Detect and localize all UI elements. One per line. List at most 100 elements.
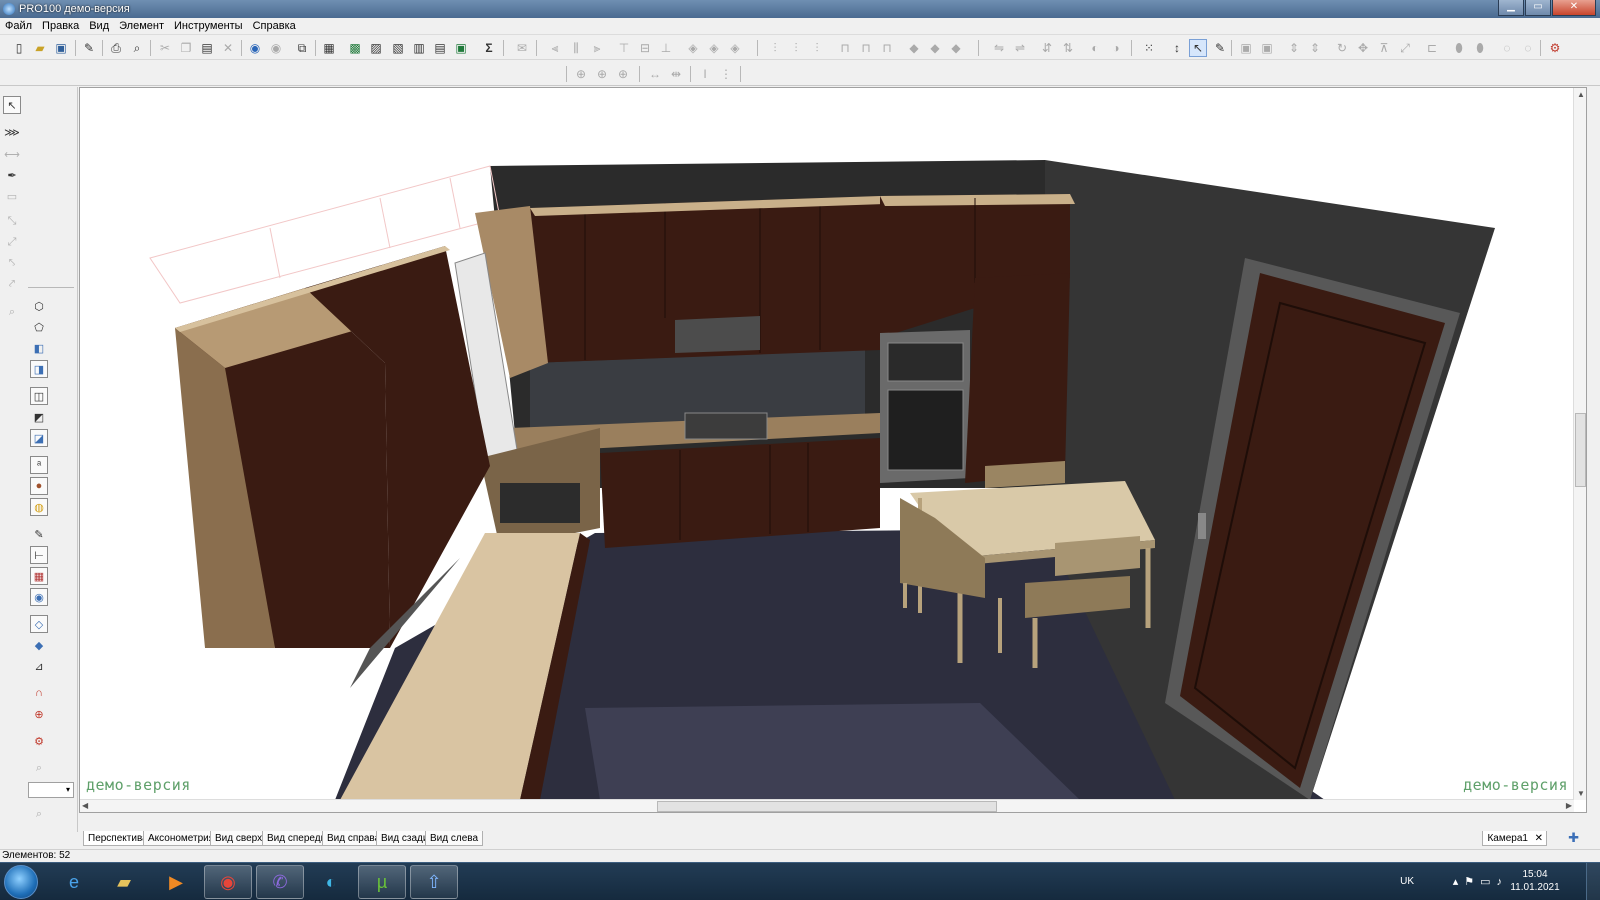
center-1-icon[interactable]: ⊕ xyxy=(572,65,590,83)
eye-icon[interactable]: ◉ xyxy=(30,588,48,606)
tab-left-view[interactable]: Вид слева xyxy=(425,831,484,846)
mirror-4-icon[interactable]: ⇅ xyxy=(1059,39,1077,57)
snap-4-icon[interactable]: ⊓ xyxy=(836,39,854,57)
tool-6-icon[interactable]: ⊏ xyxy=(1423,39,1441,57)
zoom-out-icon[interactable]: ⌕ xyxy=(30,805,48,823)
point-icon[interactable]: ◆ xyxy=(30,636,48,654)
vertical-scroll-thumb[interactable] xyxy=(1575,413,1586,487)
snap-2-icon[interactable]: ⫶ xyxy=(787,39,805,57)
move-icon[interactable]: ⤡ xyxy=(3,212,21,230)
tool-5-icon[interactable]: ⊼ xyxy=(1375,39,1393,57)
tab-front-view[interactable]: Вид спереди xyxy=(262,831,332,846)
tool-8-icon[interactable]: ⬮ xyxy=(1471,39,1489,57)
mirror-2-icon[interactable]: ⇌ xyxy=(1011,39,1029,57)
export-icon[interactable]: ▥ xyxy=(410,39,428,57)
align-right-icon[interactable]: ⫸ xyxy=(588,39,606,57)
mirror-1-icon[interactable]: ⇋ xyxy=(990,39,1008,57)
ruler-icon[interactable]: ⊢ xyxy=(30,546,48,564)
scroll-down-icon[interactable]: ▼ xyxy=(1577,789,1585,798)
menu-element[interactable]: Элемент xyxy=(114,20,169,32)
close-camera-icon[interactable]: ✕ xyxy=(1535,831,1543,846)
close-button[interactable]: ✕ xyxy=(1552,0,1596,16)
transform-3-icon[interactable]: ◆ xyxy=(947,39,965,57)
scroll-right-icon[interactable]: ▶ xyxy=(1566,801,1572,810)
rotate-icon[interactable]: ↻ xyxy=(1333,39,1351,57)
cabinet-icon[interactable]: ◪ xyxy=(30,429,48,447)
start-button[interactable] xyxy=(4,865,38,899)
catalog-icon[interactable]: ▦ xyxy=(320,39,338,57)
mirror-3-icon[interactable]: ⇵ xyxy=(1038,39,1056,57)
height-icon[interactable]: Ι xyxy=(696,65,714,83)
media-player-icon[interactable]: ▶ xyxy=(152,865,200,899)
move-icon[interactable]: ✥ xyxy=(1354,39,1372,57)
3d-viewport[interactable]: демо-версия демо-версия ▲ ▼ ◀ ▶ xyxy=(79,87,1587,813)
minimize-button[interactable]: ▁ xyxy=(1498,0,1524,16)
drawer-icon[interactable]: ◫ xyxy=(30,387,48,405)
language-indicator[interactable]: UK xyxy=(1400,876,1414,887)
internet-explorer-icon[interactable]: e xyxy=(50,865,98,899)
target-icon[interactable]: ⊕ xyxy=(30,705,48,723)
zoom-icon[interactable]: ⌕ xyxy=(3,303,21,321)
distribute-2-icon[interactable]: ◈ xyxy=(705,39,723,57)
mail-icon[interactable]: ✉ xyxy=(513,39,531,57)
spread-icon[interactable]: ⇹ xyxy=(667,65,685,83)
tool-9-icon[interactable]: ◌ xyxy=(1498,39,1516,57)
tool-3-icon[interactable]: ⇕ xyxy=(1285,39,1303,57)
grid-snap-icon[interactable]: ⁙ xyxy=(1140,39,1158,57)
delete-icon[interactable]: ✕ xyxy=(219,39,237,57)
material-icon[interactable]: ● xyxy=(30,477,48,495)
report-2-icon[interactable]: ▣ xyxy=(452,39,470,57)
add-camera-icon[interactable]: ✚ xyxy=(1568,830,1579,846)
zoom-combo[interactable]: ▾ xyxy=(28,782,74,798)
tool-10-icon[interactable]: ◌ xyxy=(1519,39,1537,57)
align-bottom-icon[interactable]: ⊥ xyxy=(657,39,675,57)
move-axis-icon[interactable]: ↕ xyxy=(1168,39,1186,57)
align-center-icon[interactable]: ⫼ xyxy=(567,39,585,57)
gear-icon[interactable]: ⚙ xyxy=(30,732,48,750)
tool-1-icon[interactable]: ▣ xyxy=(1237,39,1255,57)
horizontal-scroll-thumb[interactable] xyxy=(657,801,997,812)
hide-1-icon[interactable]: ◐ xyxy=(1086,39,1104,57)
menu-edit[interactable]: Правка xyxy=(37,20,84,32)
snap-1-icon[interactable]: ⫶ xyxy=(766,39,784,57)
print-icon[interactable]: ⎙ xyxy=(107,39,125,57)
edit-properties-icon[interactable]: ✎ xyxy=(80,39,98,57)
edge-icon[interactable]: ◐ xyxy=(307,865,355,899)
clock[interactable]: 15:04 11.01.2021 xyxy=(1510,868,1560,894)
eyedropper-icon[interactable]: ✒ xyxy=(3,166,21,184)
scale-icon[interactable]: ⤢ xyxy=(1396,39,1414,57)
tool-7-icon[interactable]: ⬮ xyxy=(1450,39,1468,57)
magnet-icon[interactable]: ∩ xyxy=(30,684,48,702)
show-desktop-button[interactable] xyxy=(1586,863,1600,900)
panel-icon[interactable]: ⬠ xyxy=(30,318,48,336)
print-preview-icon[interactable]: ⌕ xyxy=(128,39,146,57)
sum-icon[interactable]: Σ xyxy=(480,39,498,57)
snap-3-icon[interactable]: ⫶ xyxy=(808,39,826,57)
transform-2-icon[interactable]: ◆ xyxy=(926,39,944,57)
undo-icon[interactable]: ◉ xyxy=(246,39,264,57)
snap-6-icon[interactable]: ⊓ xyxy=(878,39,896,57)
stretch-icon[interactable]: ⤤ xyxy=(3,275,21,293)
select-mode-icon[interactable]: ↖ xyxy=(1189,39,1207,57)
horizontal-scrollbar[interactable]: ◀ ▶ xyxy=(80,799,1574,812)
settings-icon[interactable]: ⚙ xyxy=(1546,39,1564,57)
center-3-icon[interactable]: ⊕ xyxy=(614,65,632,83)
multi-select-icon[interactable]: ⋙ xyxy=(3,123,21,141)
scale-icon[interactable]: ⊿ xyxy=(30,657,48,675)
light-icon[interactable]: ◍ xyxy=(30,498,48,516)
camera-tab[interactable]: Камера1 ✕ xyxy=(1482,831,1547,846)
spread-vertical-icon[interactable]: ⋮ xyxy=(717,65,735,83)
scroll-up-icon[interactable]: ▲ xyxy=(1577,90,1585,99)
tool-4-icon[interactable]: ⇕ xyxy=(1306,39,1324,57)
board-icon[interactable]: ⬡ xyxy=(30,297,48,315)
cube-icon[interactable]: ◧ xyxy=(30,339,48,357)
pen-icon[interactable]: ✎ xyxy=(30,525,48,543)
align-middle-icon[interactable]: ⊟ xyxy=(636,39,654,57)
copy-icon[interactable]: ⤣ xyxy=(3,254,21,272)
paste-icon[interactable]: ▤ xyxy=(198,39,216,57)
tool-2-icon[interactable]: ▣ xyxy=(1258,39,1276,57)
zoom-in-icon[interactable]: ⌕ xyxy=(30,759,48,777)
center-2-icon[interactable]: ⊕ xyxy=(593,65,611,83)
transform-1-icon[interactable]: ◆ xyxy=(905,39,923,57)
scroll-left-icon[interactable]: ◀ xyxy=(82,801,88,810)
